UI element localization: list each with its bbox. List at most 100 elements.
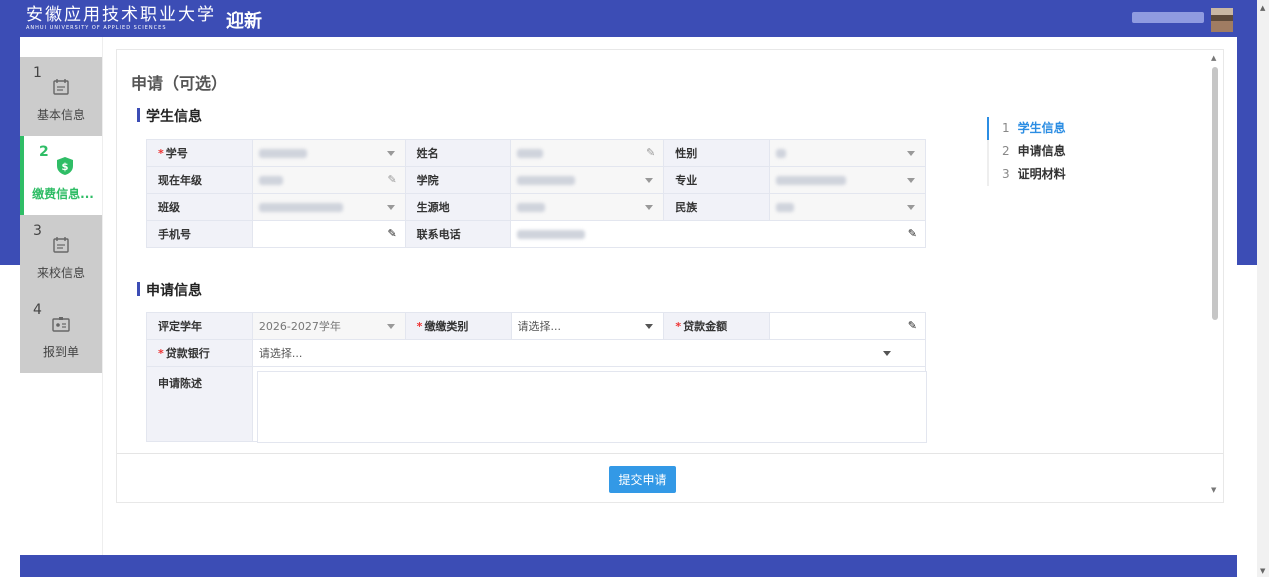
submit-button[interactable]: 提交申请: [609, 466, 676, 493]
placeholder-text: 请选择...: [258, 347, 303, 360]
chevron-down-icon: [883, 351, 891, 356]
chevron-down-icon: [907, 205, 915, 210]
pay-type-select[interactable]: 请选择...: [510, 312, 665, 340]
anchor-num: 3: [1002, 167, 1010, 181]
step-report-form[interactable]: 4 报到单: [20, 294, 102, 373]
table-row: 申请陈述: [146, 366, 927, 443]
college-field[interactable]: [510, 166, 665, 194]
college-label: 学院: [404, 166, 512, 194]
contact-phone-label: 联系电话: [404, 220, 512, 248]
label-text: 学号: [165, 147, 188, 160]
pencil-icon: ✎: [387, 227, 397, 240]
table-row: 班级 生源地 民族: [146, 193, 926, 221]
step-basic-info[interactable]: 1 基本信息: [20, 57, 102, 136]
pencil-icon: ✎: [907, 319, 917, 332]
table-row: 手机号 ✎ 联系电话 ✎: [146, 220, 926, 248]
phone-input[interactable]: ✎: [251, 220, 406, 248]
step-number: 3: [33, 223, 42, 239]
pay-type-label: * 缴缴类别: [404, 312, 512, 340]
year-select[interactable]: 2026-2027学年: [251, 312, 406, 340]
chevron-down-icon: [907, 151, 915, 156]
class-label: 班级: [146, 193, 253, 221]
anchor-item-apply-info[interactable]: 2 申请信息: [989, 140, 1066, 163]
blurred-value: [776, 149, 787, 158]
statement-label: 申请陈述: [146, 366, 253, 442]
step-number: 1: [33, 65, 42, 81]
chevron-down-icon: [645, 178, 654, 183]
scroll-up-icon[interactable]: ▲: [1260, 4, 1265, 12]
chevron-down-icon: [645, 324, 654, 329]
bank-label: * 贷款银行: [146, 339, 253, 367]
contact-phone-input[interactable]: ✎: [510, 220, 926, 248]
scrollbar-thumb[interactable]: [1212, 67, 1218, 320]
anchor-item-proof-materials[interactable]: 3 证明材料: [989, 163, 1066, 186]
window-scrollbar[interactable]: ▲ ▼: [1257, 0, 1269, 577]
name-label: 姓名: [404, 139, 512, 167]
label-text: 缴缴类别: [424, 320, 469, 333]
blurred-value: [517, 230, 586, 239]
step-number: 4: [33, 302, 42, 318]
anchor-num: 2: [1002, 144, 1010, 158]
anchor-item-student-info[interactable]: 1 学生信息: [987, 117, 1066, 140]
name-field[interactable]: ✎: [510, 139, 665, 167]
grade-field[interactable]: ✎: [251, 166, 406, 194]
step-label: 基本信息: [36, 108, 85, 122]
id-card-icon: [52, 317, 70, 332]
main-page: 1 基本信息 2 $ 缴费信息... 3 来校信息 4 报到单 申请（可选） 学…: [20, 37, 1237, 555]
avatar[interactable]: [1211, 8, 1233, 32]
loan-amount-label: * 贷款金额: [663, 312, 771, 340]
step-number: 2: [39, 144, 49, 160]
anchor-label: 证明材料: [1017, 167, 1066, 181]
student-info-table: * 学号 姓名 ✎ 性别 现在年级 ✎ 学院 专业 班级 生源地 民族 手机号 …: [146, 139, 926, 248]
gender-field[interactable]: [769, 139, 926, 167]
ethnicity-label: 民族: [663, 193, 771, 221]
scroll-up-icon[interactable]: ▲: [1211, 54, 1216, 62]
phone-label: 手机号: [146, 220, 253, 248]
user-name-blurred[interactable]: [1132, 12, 1204, 23]
chevron-down-icon: [386, 324, 395, 329]
label-text: 贷款银行: [165, 347, 210, 360]
footer-bar: [20, 555, 1237, 577]
blurred-value: [517, 149, 544, 158]
calendar-icon: [53, 237, 69, 253]
table-row: 现在年级 ✎ 学院 专业: [146, 166, 926, 194]
origin-field[interactable]: [510, 193, 665, 221]
statement-cell: [251, 366, 927, 443]
ethnicity-field[interactable]: [769, 193, 926, 221]
school-logo: 安徽应用技术职业大学 ANHUI UNIVERSITY OF APPLIED S…: [26, 6, 216, 31]
anchor-num: 1: [1002, 121, 1010, 135]
origin-label: 生源地: [404, 193, 512, 221]
anchor-label: 申请信息: [1017, 144, 1066, 158]
page-title: 申请（可选）: [131, 74, 228, 93]
class-field[interactable]: [251, 193, 406, 221]
svg-text:$: $: [62, 162, 69, 173]
chevron-down-icon: [907, 178, 915, 183]
table-row: * 学号 姓名 ✎ 性别: [146, 139, 926, 167]
statement-textarea[interactable]: [256, 371, 927, 443]
blurred-value: [776, 176, 847, 185]
step-arrival-info[interactable]: 3 来校信息: [20, 215, 102, 294]
step-payment-info[interactable]: 2 $ 缴费信息...: [20, 136, 102, 215]
bank-select[interactable]: 请选择...: [251, 339, 927, 367]
scroll-down-icon[interactable]: ▼: [1260, 567, 1265, 575]
blurred-value: [517, 203, 546, 212]
loan-amount-input[interactable]: ✎: [769, 312, 926, 340]
student-id-field[interactable]: [251, 139, 406, 167]
major-field[interactable]: [769, 166, 926, 194]
shield-dollar-icon: $: [57, 157, 73, 175]
step-label: 来校信息: [36, 266, 85, 280]
chevron-down-icon: [386, 205, 395, 210]
chevron-down-icon: [386, 151, 395, 156]
card-scrollbar[interactable]: ▲ ▼: [1206, 50, 1224, 502]
major-label: 专业: [663, 166, 771, 194]
top-header-bar: 安徽应用技术职业大学 ANHUI UNIVERSITY OF APPLIED S…: [0, 0, 1257, 37]
step-sidebar: 1 基本信息 2 $ 缴费信息... 3 来校信息 4 报到单: [20, 57, 102, 373]
year-label: 评定学年: [146, 312, 253, 340]
step-label: 缴费信息...: [32, 187, 94, 201]
sidebar-divider: [102, 37, 103, 555]
step-label: 报到单: [42, 345, 79, 359]
scroll-down-icon[interactable]: ▼: [1211, 486, 1216, 494]
blurred-value: [517, 176, 576, 185]
pencil-icon: ✎: [646, 146, 656, 159]
blurred-value: [776, 203, 795, 212]
